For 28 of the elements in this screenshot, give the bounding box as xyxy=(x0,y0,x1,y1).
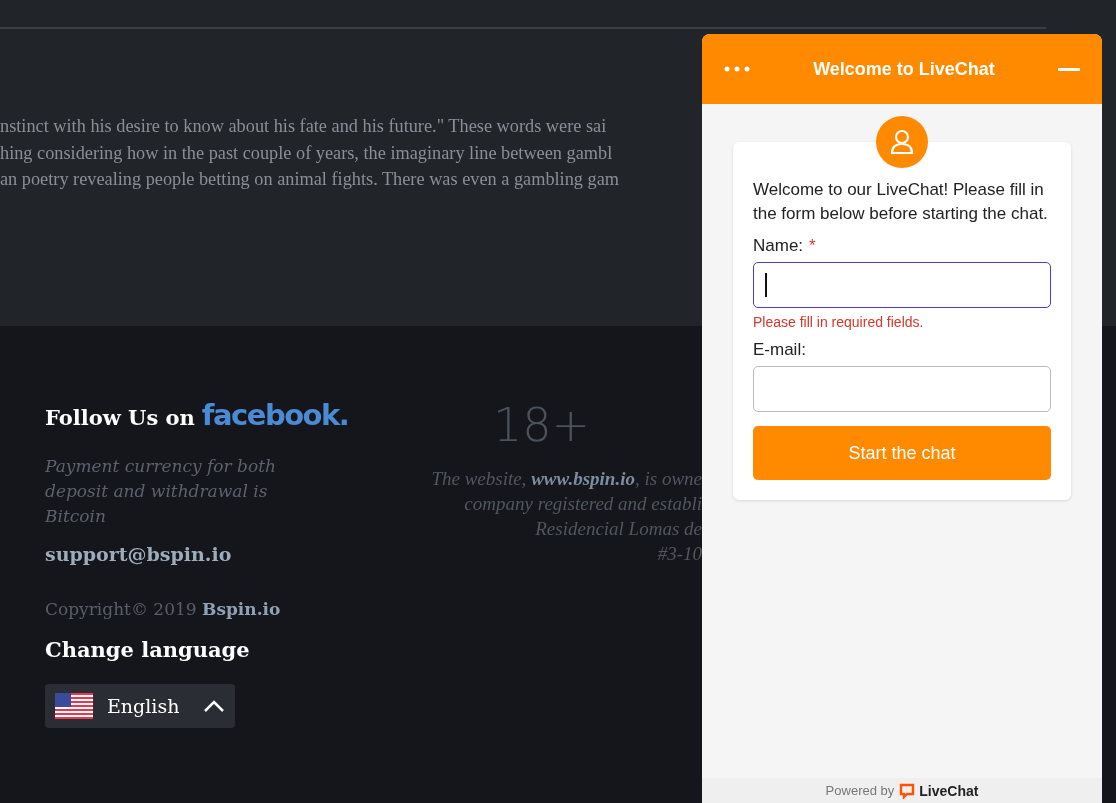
input-field[interactable] xyxy=(753,262,1051,308)
error-message: Please fill in required fields. xyxy=(753,314,925,330)
article-text: hing considering how in the past couple of years, the imaginary line between gambl xyxy=(0,141,614,165)
language-heading: Change language xyxy=(45,637,251,662)
minimize-icon[interactable] xyxy=(1058,67,1080,71)
support-email[interactable]: support@bspin.io xyxy=(45,543,345,565)
age-label: 18+ xyxy=(493,398,591,452)
chat-title: Welcome to LiveChat xyxy=(812,58,996,80)
article-text: nstinct with his desire to know about his fate and his future." These words were sai xyxy=(0,115,608,138)
required-mark: * xyxy=(809,236,816,256)
follow-label: Follow Us on xyxy=(45,405,195,430)
payment-note: Payment currency for both deposit and withdrawal is Bitcoin xyxy=(45,455,277,528)
field-label: Name: xyxy=(753,236,804,256)
legal-text: #3-10 xyxy=(657,542,702,566)
facebook-logo[interactable]: facebook. xyxy=(201,398,349,432)
copyright-text: Copyright© 2019 Bspin.io xyxy=(45,599,282,619)
livechat-logo[interactable]: LiveChat xyxy=(899,782,979,799)
flag-icon xyxy=(55,693,93,719)
legal-text: company registered and establi xyxy=(464,492,702,516)
powered-by-text: Powered by xyxy=(825,783,895,798)
more-icon[interactable] xyxy=(724,66,750,72)
language-selector[interactable]: English xyxy=(45,684,235,728)
field-label: E-mail: xyxy=(753,340,806,360)
article-text: an poetry revealing people betting on animal fights. There was even a gambling gam xyxy=(0,168,620,191)
intro-text: Welcome to our LiveChat! Please fill in the form below before starting the chat. xyxy=(753,179,1049,225)
input-field[interactable] xyxy=(753,366,1051,412)
legal-text: The website, www.bspin.io, is owne xyxy=(431,467,702,491)
legal-text: Residencial Lomas de xyxy=(535,517,702,541)
